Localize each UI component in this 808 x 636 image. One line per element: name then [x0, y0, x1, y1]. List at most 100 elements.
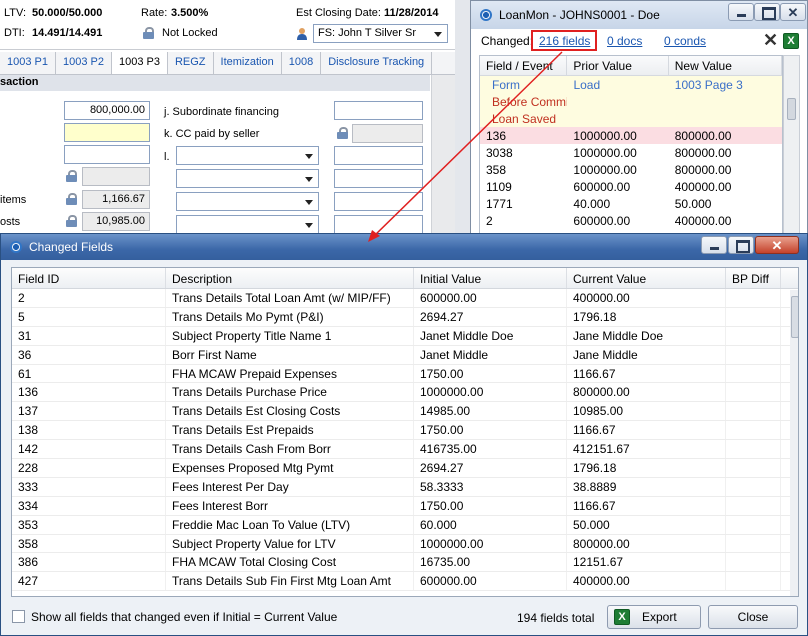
loanmon-row[interactable]: Before Commit — [480, 93, 782, 110]
loanmon-row[interactable]: Form Load 1003 Page 3 — [480, 76, 782, 93]
column-header[interactable]: New Value — [669, 56, 782, 75]
loanmon-row[interactable]: 2 600000.00 400000.00 — [480, 212, 782, 229]
loanmon-row[interactable]: 1771 40.000 50.000 — [480, 195, 782, 212]
tab-1003-p3[interactable]: 1003 P3 — [111, 52, 168, 74]
table-row[interactable]: 138 Trans Details Est Prepaids 1750.00 1166… — [12, 421, 798, 441]
minimize-button[interactable] — [701, 236, 727, 254]
loanmon-row[interactable]: 1109 600000.00 400000.00 — [480, 178, 782, 195]
table-row[interactable]: 136 Trans Details Purchase Price 1000000.0… — [12, 383, 798, 403]
table-row[interactable]: 142 Trans Details Cash From Borr 416735.00… — [12, 440, 798, 460]
loanmon-grid: Field / Event Prior Value New Value Form… — [479, 55, 783, 237]
column-header-field-id[interactable]: Field ID — [12, 268, 166, 288]
cell-bp — [726, 326, 781, 345]
cell-desc: Trans Details Total Loan Amt (w/ MIP/FF) — [166, 289, 414, 307]
o-dropdown[interactable] — [176, 215, 319, 234]
l-field[interactable] — [334, 146, 423, 165]
est-closing-label: Est Closing Date: — [296, 7, 381, 19]
form-vertical-scrollbar[interactable] — [431, 75, 455, 236]
minimize-button[interactable] — [728, 3, 754, 21]
cell-bp — [726, 572, 781, 591]
export-button[interactable]: X Export — [607, 605, 701, 629]
subordinate-financing-label: j. Subordinate financing — [164, 106, 279, 118]
clear-x-icon[interactable]: ✕ — [763, 30, 778, 51]
table-row[interactable]: 228 Expenses Proposed Mtg Pymt 2694.27 1796… — [12, 459, 798, 478]
cell-desc: FHA MCAW Total Closing Cost — [166, 553, 414, 572]
cc-paid-field[interactable] — [352, 124, 423, 143]
loanmon-cell-prior — [567, 93, 668, 110]
export-button-label: Export — [642, 610, 677, 624]
table-row[interactable]: 353 Freddie Mac Loan To Value (LTV) 60.000… — [12, 515, 798, 535]
cell-initial: Janet Middle — [414, 345, 567, 364]
excel-export-icon[interactable]: X — [783, 33, 799, 49]
column-header[interactable]: Prior Value — [567, 56, 669, 75]
scroll-thumb[interactable] — [791, 296, 798, 338]
cell-current: 800000.00 — [567, 534, 726, 553]
maximize-button[interactable] — [728, 236, 754, 254]
table-row[interactable]: 386 FHA MCAW Total Closing Cost 16735.00 12… — [12, 553, 798, 573]
tab-disclosure-tracking[interactable]: Disclosure Tracking — [321, 52, 433, 74]
show-all-checkbox[interactable] — [12, 610, 25, 623]
o-field[interactable] — [334, 215, 423, 234]
cell-current: 50.000 — [567, 515, 726, 534]
column-header-initial-value[interactable]: Initial Value — [414, 268, 567, 288]
close-button[interactable]: ✕ — [755, 236, 799, 254]
loanmon-row[interactable]: 3038 1000000.00 800000.00 — [480, 144, 782, 161]
changed-docs-link[interactable]: 0 docs — [607, 34, 642, 48]
changed-conds-link[interactable]: 0 conds — [664, 34, 706, 48]
column-header[interactable]: Field / Event — [480, 56, 568, 75]
loanmon-row[interactable]: 358 1000000.00 800000.00 — [480, 161, 782, 178]
form-field-yellow[interactable] — [64, 123, 150, 142]
table-row[interactable]: 5 Trans Details Mo Pymt (P&I) 2694.27 1796.… — [12, 307, 798, 327]
n-dropdown[interactable] — [176, 192, 319, 211]
table-row[interactable]: 36 Borr First Name Janet Middle Jane Middle — [12, 345, 798, 365]
l-dropdown[interactable] — [176, 146, 319, 165]
loanmon-row[interactable]: 136 1000000.00 800000.00 — [480, 127, 782, 144]
form-field-blank[interactable] — [64, 145, 150, 164]
cell-bp — [726, 307, 781, 326]
changed-fields-link[interactable]: 216 fields — [539, 34, 590, 48]
maximize-button[interactable] — [754, 3, 780, 21]
tab-1008[interactable]: 1008 — [282, 52, 322, 74]
loanmon-titlebar: LoanMon - JOHNS0001 - Doe ✕ — [471, 1, 807, 29]
tab-1003-p1[interactable]: 1003 P1 — [0, 52, 56, 74]
cc-paid-label: k. CC paid by seller — [164, 128, 260, 140]
subordinate-financing-field[interactable] — [334, 101, 423, 120]
purchase-price-field[interactable]: 800,000.00 — [64, 101, 150, 120]
loanmon-row[interactable]: Loan Saved — [480, 110, 782, 127]
table-row[interactable]: 358 Subject Property Value for LTV 1000000… — [12, 534, 798, 554]
close-dialog-button[interactable]: Close — [708, 605, 798, 629]
loanmon-cell-new: 400000.00 — [674, 180, 732, 194]
m-dropdown[interactable] — [176, 169, 319, 188]
form-field-locked[interactable] — [82, 167, 150, 186]
loanmon-cell-new — [669, 110, 782, 127]
table-row[interactable]: 31 Subject Property Title Name 1 Janet Mid… — [12, 326, 798, 346]
table-row[interactable]: 137 Trans Details Est Closing Costs 14985.… — [12, 402, 798, 422]
table-row[interactable]: 61 FHA MCAW Prepaid Expenses 1750.00 1166.6… — [12, 364, 798, 384]
column-header-bp-diff[interactable]: BP Diff — [726, 268, 781, 288]
tab-1003-p2[interactable]: 1003 P2 — [56, 52, 112, 74]
items-field[interactable]: 1,166.67 — [82, 190, 150, 209]
dialog-vertical-scrollbar[interactable] — [790, 290, 798, 596]
close-button[interactable]: ✕ — [780, 3, 806, 21]
loanmon-vertical-scrollbar[interactable] — [783, 55, 800, 237]
costs-field[interactable]: 10,985.00 — [82, 212, 150, 231]
table-row[interactable]: 2 Trans Details Total Loan Amt (w/ MIP/FF… — [12, 289, 798, 308]
fs-dropdown[interactable]: FS: John T Silver Sr — [313, 24, 448, 43]
loanmon-cell-new: 800000.00 — [674, 163, 732, 177]
loanmon-cell-new: 800000.00 — [674, 129, 732, 143]
rate-value: 3.500% — [171, 7, 209, 19]
scroll-thumb[interactable] — [787, 98, 796, 120]
cell-desc: Expenses Proposed Mtg Pymt — [166, 459, 414, 477]
tab-itemization[interactable]: Itemization — [214, 52, 282, 74]
table-row[interactable]: 333 Fees Interest Per Day 58.3333 38.8889 — [12, 477, 798, 497]
column-header-current-value[interactable]: Current Value — [567, 268, 726, 288]
cell-bp — [726, 345, 781, 364]
cell-initial: 58.3333 — [414, 477, 567, 496]
tab-regz[interactable]: REGZ — [168, 52, 214, 74]
table-row[interactable]: 427 Trans Details Sub Fin First Mtg Loan … — [12, 572, 798, 592]
n-field[interactable] — [334, 192, 423, 211]
m-field[interactable] — [334, 169, 423, 188]
column-header-description[interactable]: Description — [166, 268, 414, 288]
table-row[interactable]: 334 Fees Interest Borr 1750.00 1166.67 — [12, 496, 798, 516]
cell-id: 31 — [12, 326, 166, 345]
